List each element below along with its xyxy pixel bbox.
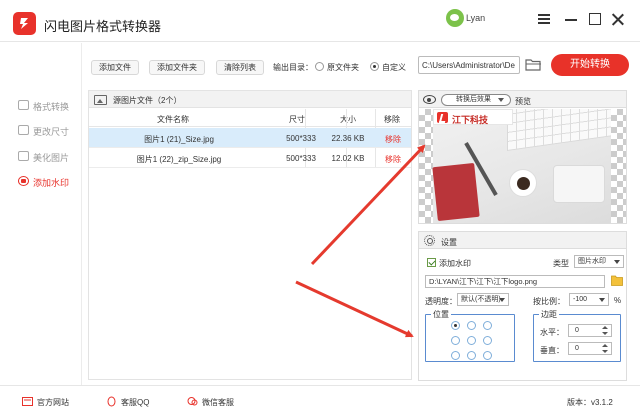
clear-list-button[interactable]: 清除列表	[216, 60, 264, 75]
title-bar: 闪电图片格式转换器 Lyan	[0, 0, 640, 42]
watermark-type-select[interactable]: 图片水印	[574, 255, 624, 268]
settings-panel: 设置 添加水印 类型 图片水印 D:\LYAN\江下\江下\江下logo.png…	[418, 231, 627, 381]
custom-folder-label: 自定义	[382, 63, 406, 72]
settings-header: 设置	[419, 232, 626, 249]
app-title: 闪电图片格式转换器	[44, 19, 162, 34]
custom-folder-radio[interactable]	[370, 62, 379, 71]
official-website-label: 官方网站	[37, 398, 69, 407]
brand-logo-icon	[437, 112, 448, 123]
position-bottom-right[interactable]	[483, 351, 492, 360]
table-header: 文件名称 尺寸 大小 移除	[89, 109, 411, 127]
wechat-icon	[187, 396, 198, 407]
qq-icon	[106, 396, 117, 407]
gear-icon	[424, 235, 435, 246]
column-filename: 文件名称	[157, 115, 189, 124]
position-bottom-left[interactable]	[451, 351, 460, 360]
remove-link[interactable]: 移除	[375, 154, 411, 165]
remove-link[interactable]: 移除	[375, 134, 411, 145]
scale-label: 按比例：	[533, 297, 565, 306]
position-middle-left[interactable]	[451, 336, 460, 345]
eye-icon	[423, 95, 436, 104]
maximize-icon[interactable]	[586, 10, 604, 28]
position-bottom-center[interactable]	[467, 351, 476, 360]
watermark-logo: 江下科技	[433, 109, 513, 125]
version-label: 版本：v3.1.2	[567, 398, 613, 407]
type-label: 类型	[553, 259, 569, 268]
minimize-icon[interactable]	[562, 10, 580, 28]
add-folder-button[interactable]: 添加文件夹	[149, 60, 205, 75]
opacity-select[interactable]: 默认(不透明)	[457, 293, 509, 306]
horizontal-margin-stepper[interactable]: 0	[568, 324, 612, 337]
add-watermark-checkbox[interactable]	[427, 258, 436, 267]
margin-group: 边距 水平： 0 垂直： 0	[533, 309, 621, 362]
support-qq-label: 客服QQ	[121, 398, 150, 407]
image-icon	[94, 95, 107, 105]
preview-photo	[432, 109, 611, 223]
convert-icon	[18, 100, 29, 110]
column-remove: 移除	[384, 115, 400, 124]
resize-icon	[18, 125, 29, 135]
add-file-button[interactable]: 添加文件	[91, 60, 139, 75]
vertical-label: 垂直：	[540, 346, 564, 355]
toolbar: 添加文件 添加文件夹 清除列表 输出目录： 原文件夹 自定义 开始转换	[83, 43, 640, 89]
position-center[interactable]	[467, 336, 476, 345]
source-files-panel: 源图片文件（2个） 文件名称 尺寸 大小 移除 图片1 (21)_Size.jp…	[88, 90, 412, 380]
avatar	[446, 9, 464, 27]
preview-label: 预览	[515, 97, 531, 106]
footer: 官方网站 客服QQ 微信客服 版本：v3.1.2	[0, 385, 640, 418]
position-top-right[interactable]	[483, 321, 492, 330]
file-size: 22.36 KB	[331, 134, 365, 143]
output-path-field[interactable]	[418, 56, 520, 74]
preview-mode-select[interactable]: 转换后效果	[441, 94, 511, 106]
margin-label: 边距	[539, 309, 559, 320]
home-icon	[22, 396, 33, 407]
watermark-text: 江下科技	[452, 115, 489, 125]
source-files-header: 源图片文件（2个）	[89, 91, 411, 108]
folder-icon[interactable]	[611, 275, 623, 286]
position-top-center[interactable]	[467, 321, 476, 330]
wechat-support-label: 微信客服	[202, 398, 234, 407]
sidebar: 格式转换 更改尺寸 美化图片 添加水印	[0, 43, 82, 385]
menu-icon[interactable]	[535, 10, 553, 28]
close-icon[interactable]	[609, 10, 627, 28]
sidebar-item-label: 格式转换	[33, 102, 70, 112]
start-convert-button[interactable]: 开始转换	[551, 54, 629, 76]
app-window: 闪电图片格式转换器 Lyan 格式转换 更改尺寸 美化图片 添加水印 添加文件 …	[0, 0, 640, 418]
scale-unit: %	[614, 296, 622, 305]
position-top-left[interactable]	[451, 321, 460, 330]
file-name: 图片1 (22)_zip_Size.jpg	[136, 155, 222, 164]
file-size: 12.02 KB	[331, 154, 365, 163]
add-watermark-label: 添加水印	[439, 259, 471, 268]
user-account[interactable]: Lyan	[446, 9, 494, 31]
user-name: Lyan	[466, 13, 486, 23]
source-files-title: 源图片文件（2个）	[113, 96, 182, 105]
horizontal-label: 水平：	[540, 328, 564, 337]
original-folder-radio[interactable]	[315, 62, 324, 71]
table-row[interactable]: 图片1 (21)_Size.jpg 500*333 22.36 KB 移除	[89, 128, 411, 148]
logo-path-field[interactable]: D:\LYAN\江下\江下\江下logo.png	[425, 275, 605, 288]
sidebar-item-label: 美化图片	[33, 153, 70, 163]
position-label: 位置	[431, 309, 451, 320]
preview-image: 江下科技	[419, 109, 626, 223]
watermark-icon	[18, 176, 29, 186]
position-group: 位置	[425, 309, 515, 362]
scale-select[interactable]: -100	[569, 293, 609, 306]
folder-icon[interactable]	[525, 58, 542, 71]
output-dir-label: 输出目录：	[273, 63, 313, 72]
app-logo-icon	[13, 12, 36, 35]
preview-panel: 转换后效果 预览 江下科技	[418, 90, 627, 224]
file-name: 图片1 (21)_Size.jpg	[144, 135, 214, 144]
table-row[interactable]: 图片1 (22)_zip_Size.jpg 500*333 12.02 KB 移…	[89, 148, 411, 168]
vertical-margin-stepper[interactable]: 0	[568, 342, 612, 355]
opacity-label: 透明度：	[425, 297, 457, 306]
original-folder-label: 原文件夹	[327, 63, 359, 72]
sidebar-item-label: 添加水印	[33, 178, 70, 188]
image-icon	[18, 151, 29, 161]
sidebar-item-label: 更改尺寸	[33, 127, 70, 137]
position-middle-right[interactable]	[483, 336, 492, 345]
column-size: 大小	[340, 115, 356, 124]
preview-header: 转换后效果 预览	[419, 91, 626, 108]
settings-title: 设置	[441, 238, 457, 247]
